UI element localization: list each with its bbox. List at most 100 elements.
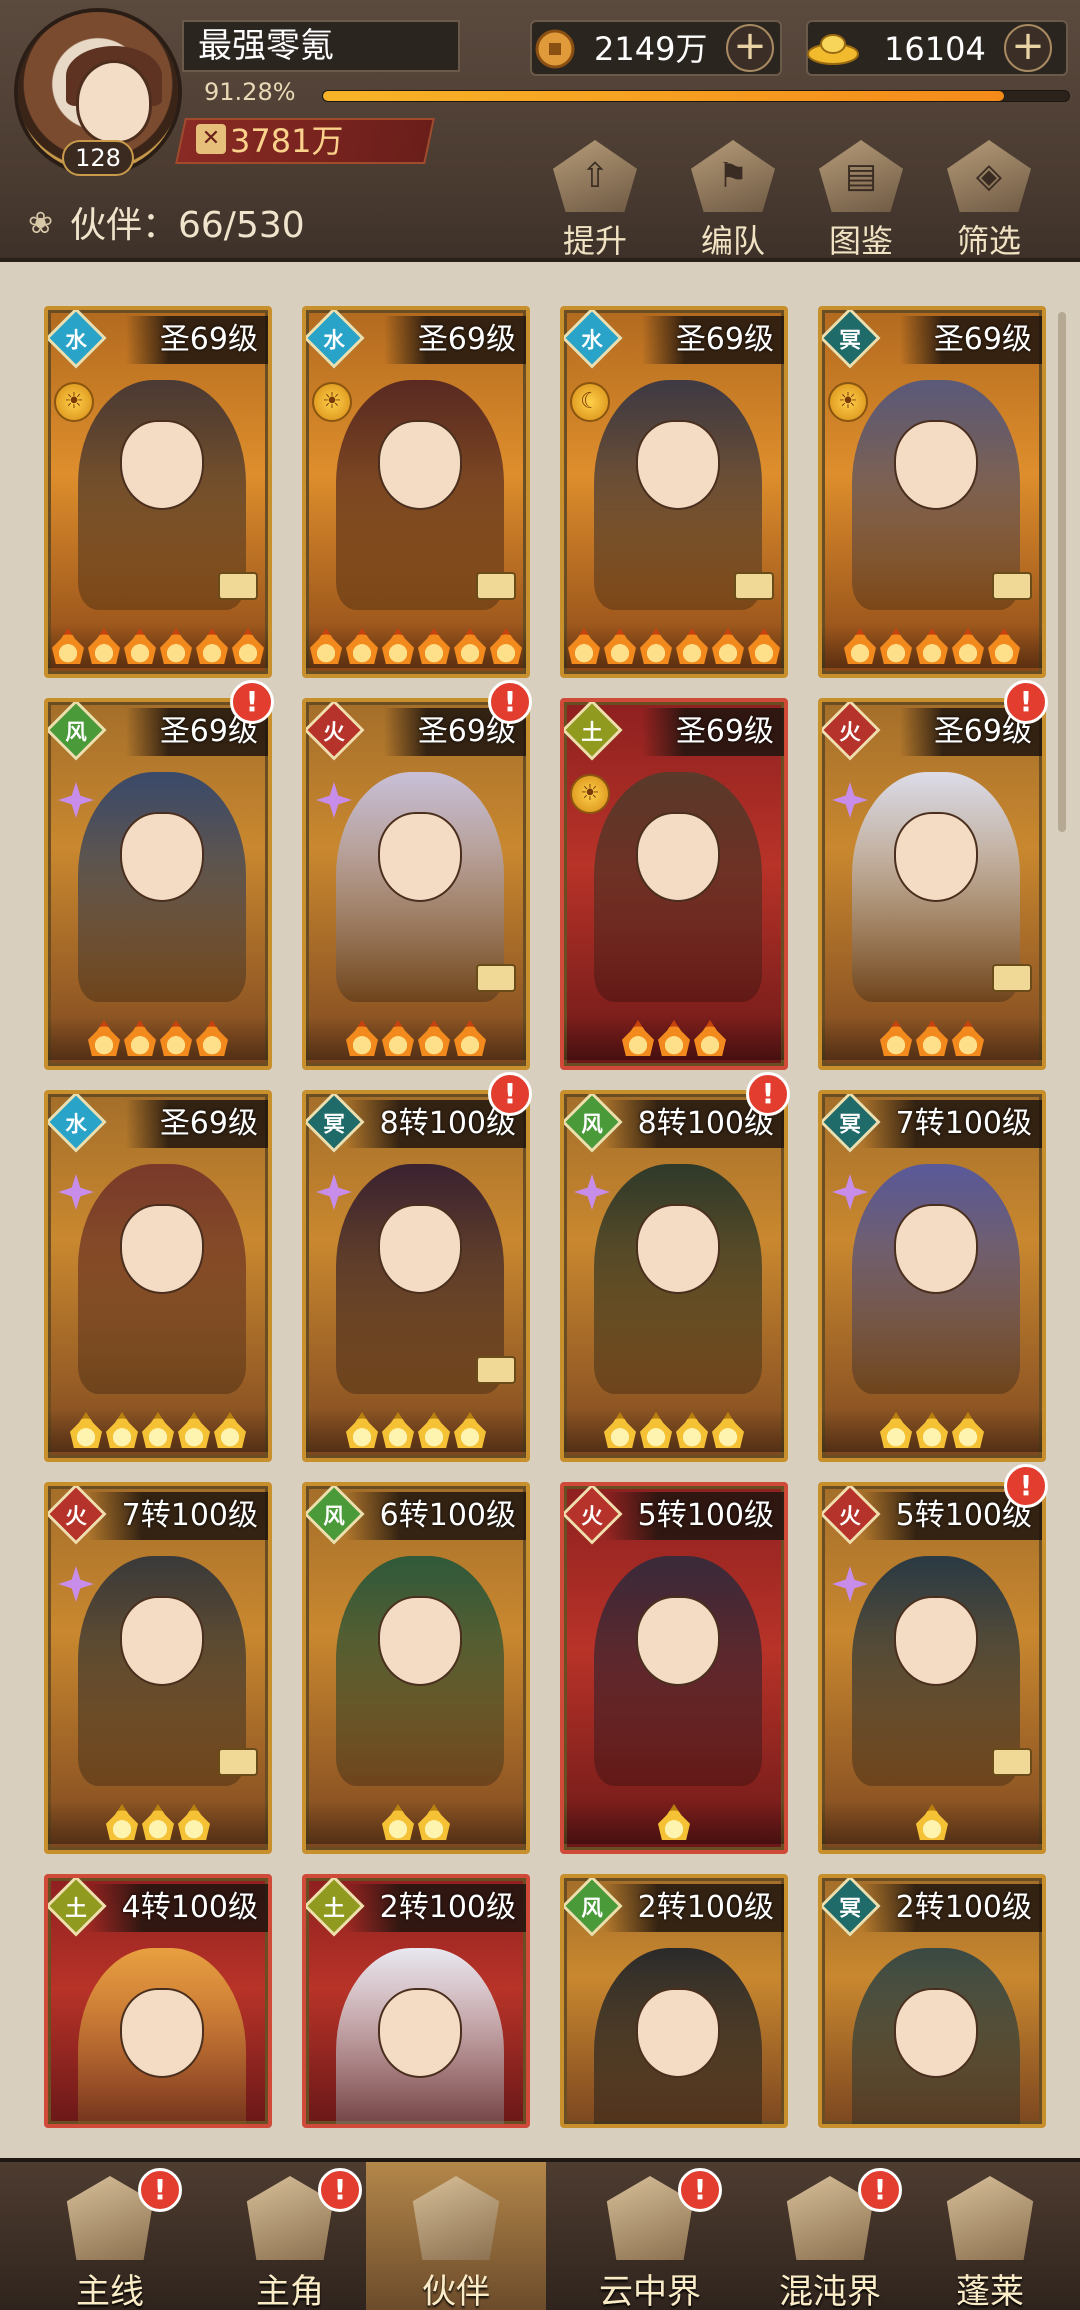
- flame-icon: [952, 628, 984, 664]
- star-badge-icon: [574, 1174, 610, 1210]
- partner-level: 圣69级: [641, 316, 784, 364]
- star-rank: [564, 1800, 784, 1844]
- codex-button[interactable]: ▤ 图鉴: [806, 140, 916, 260]
- partner-level: 圣69级: [383, 316, 526, 364]
- flame-icon: [106, 1804, 138, 1840]
- partner-level: 5转100级: [603, 1492, 784, 1540]
- alert-badge-icon: !: [488, 680, 532, 724]
- add-ingots-button[interactable]: +: [1004, 24, 1052, 72]
- partner-card[interactable]: 8转100级冥: [302, 1090, 530, 1462]
- flame-icon: [214, 1412, 246, 1448]
- add-coins-button[interactable]: +: [726, 24, 774, 72]
- partner-face: [894, 1596, 978, 1686]
- star-rank: [564, 1408, 784, 1452]
- flame-icon: [988, 628, 1020, 664]
- flame-icon: [196, 628, 228, 664]
- partner-level: 圣69级: [125, 1100, 268, 1148]
- alert-badge-icon: !: [1004, 680, 1048, 724]
- flame-icon: [52, 628, 84, 664]
- partner-card[interactable]: 圣69级水 ☀: [44, 306, 272, 678]
- partner-face: [636, 812, 720, 902]
- partner-face: [120, 1596, 204, 1686]
- partner-card[interactable]: 圣69级冥 ☀: [818, 306, 1046, 678]
- upgrade-button[interactable]: ⇧ 提升: [540, 140, 650, 260]
- flame-icon: [880, 1020, 912, 1056]
- partner-card[interactable]: 圣69级水 ☾: [560, 306, 788, 678]
- combat-power-value: 3781万: [230, 122, 344, 160]
- scrollbar[interactable]: [1058, 312, 1066, 832]
- star-badge-icon: [316, 782, 352, 818]
- partner-count: 伙伴：66/530: [70, 205, 305, 246]
- alert-badge-icon: !: [230, 680, 274, 724]
- star-badge-icon: [58, 1174, 94, 1210]
- partner-card[interactable]: 2转100级土: [302, 1874, 530, 2128]
- partner-card[interactable]: 圣69级水 ☀: [302, 306, 530, 678]
- partners-icon: ❀: [28, 206, 54, 241]
- partner-card[interactable]: 5转100级火: [818, 1482, 1046, 1854]
- element-water-icon: 水: [564, 310, 623, 369]
- partner-level: 圣69级: [899, 316, 1042, 364]
- star-rank: [822, 624, 1042, 668]
- partner-card[interactable]: 7转100级火: [44, 1482, 272, 1854]
- flame-icon: [382, 1020, 414, 1056]
- partner-card[interactable]: 4转100级土: [44, 1874, 272, 2128]
- nav-partners[interactable]: 伙伴: [366, 2162, 546, 2310]
- alert-badge-icon: !: [746, 1072, 790, 1116]
- grid-bottom-edge: [0, 2128, 1080, 2158]
- star-rank: [48, 1016, 268, 1060]
- flame-icon: [142, 1412, 174, 1448]
- gold-ingot-icon: [806, 28, 859, 70]
- lock-icon: [476, 1356, 516, 1384]
- flame-icon: [70, 1412, 102, 1448]
- player-name: 最强零氪: [182, 20, 460, 72]
- flame-icon: [658, 1020, 690, 1056]
- upgrade-icon: ⇧: [553, 140, 637, 212]
- flame-icon: [880, 628, 912, 664]
- partner-card[interactable]: 6转100级风: [302, 1482, 530, 1854]
- partner-level: 7转100级: [861, 1100, 1042, 1148]
- partner-face: [120, 420, 204, 510]
- flame-icon: [196, 1020, 228, 1056]
- flame-icon: [346, 1020, 378, 1056]
- partner-card[interactable]: 圣69级水: [44, 1090, 272, 1462]
- star-rank: [306, 1408, 526, 1452]
- nav-penglai[interactable]: 蓬莱: [900, 2162, 1080, 2310]
- lock-icon: [476, 964, 516, 992]
- lock-icon: [734, 572, 774, 600]
- lock-icon: [476, 572, 516, 600]
- flame-icon: [676, 1412, 708, 1448]
- alert-badge-icon: !: [138, 2168, 182, 2212]
- scroll-icon: ▤: [819, 140, 903, 212]
- flame-icon: [382, 1412, 414, 1448]
- star-rank: [306, 1016, 526, 1060]
- flame-icon: [124, 628, 156, 664]
- partner-card[interactable]: 7转100级冥: [818, 1090, 1046, 1462]
- star-rank: [306, 624, 526, 668]
- partner-card[interactable]: 8转100级风: [560, 1090, 788, 1462]
- partner-card[interactable]: 圣69级火: [302, 698, 530, 1070]
- flame-icon: [604, 628, 636, 664]
- partner-card[interactable]: 5转100级火: [560, 1482, 788, 1854]
- alert-badge-icon: !: [318, 2168, 362, 2212]
- partner-face: [378, 1988, 462, 2078]
- flame-icon: [124, 1020, 156, 1056]
- partner-face: [378, 420, 462, 510]
- partner-card[interactable]: 圣69级土 ☀: [560, 698, 788, 1070]
- flame-icon: [568, 628, 600, 664]
- partner-card[interactable]: 2转100级风: [560, 1874, 788, 2128]
- lock-icon: [218, 1748, 258, 1776]
- formation-button[interactable]: ⚑ 编队: [678, 140, 788, 260]
- exp-bar: [322, 90, 1070, 102]
- star-badge-icon: [832, 1566, 868, 1602]
- partner-card[interactable]: 圣69级火: [818, 698, 1046, 1070]
- filter-button[interactable]: ◈ 筛选: [934, 140, 1044, 260]
- flame-icon: [916, 628, 948, 664]
- copper-coin-icon: [530, 28, 580, 70]
- flame-icon: [916, 1804, 948, 1840]
- flame-icon: [160, 628, 192, 664]
- flame-icon: [844, 628, 876, 664]
- partner-card[interactable]: 2转100级冥: [818, 1874, 1046, 2128]
- flame-icon: [418, 628, 450, 664]
- partner-card[interactable]: 圣69级风: [44, 698, 272, 1070]
- element-earth-icon: 土: [564, 702, 623, 761]
